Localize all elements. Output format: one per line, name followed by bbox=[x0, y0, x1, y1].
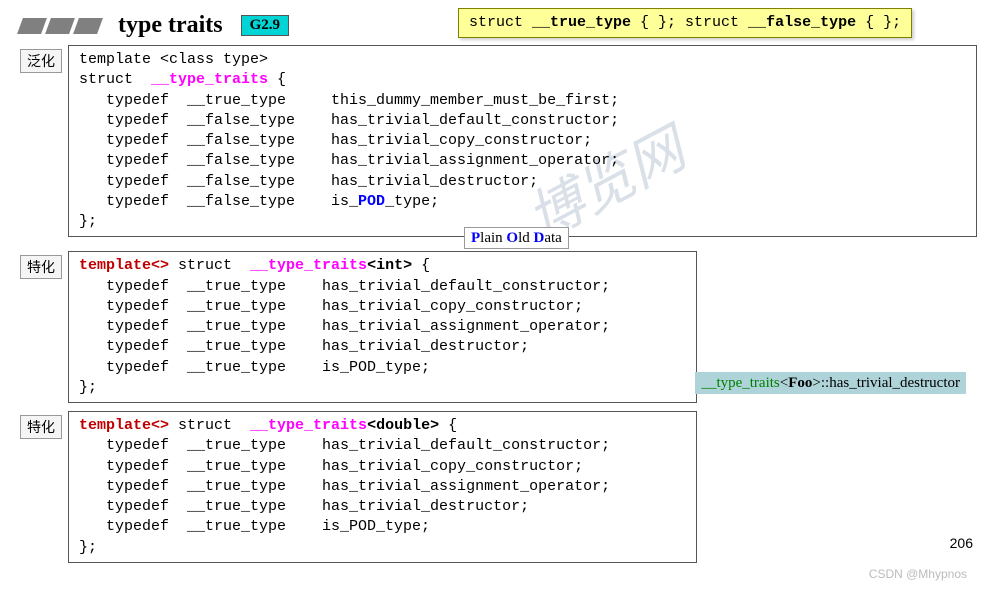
page-title: type traits bbox=[118, 12, 223, 39]
spec-double-block: 特化 template<> struct __type_traits<doubl… bbox=[20, 411, 977, 563]
page-number: 206 bbox=[950, 535, 973, 551]
code-spec-int: template<> struct __type_traits<int> { t… bbox=[68, 251, 697, 403]
type-traits-name: __type_traits bbox=[151, 71, 268, 88]
version-badge: G2.9 bbox=[241, 15, 289, 36]
truefalse-defs: struct __true_type { }; struct __false_t… bbox=[458, 8, 912, 38]
tag-generic: 泛化 bbox=[20, 49, 62, 73]
usage-example: __type_traits<Foo>::has_trivial_destruct… bbox=[695, 372, 966, 394]
code-generic: template <class type> struct __type_trai… bbox=[68, 45, 977, 237]
spec-int-block: 特化 template<> struct __type_traits<int> … bbox=[20, 251, 977, 403]
watermark-bottom: CSDN @Mhypnos bbox=[869, 567, 967, 581]
pod-keyword: POD bbox=[358, 193, 385, 210]
tag-spec-int: 特化 bbox=[20, 255, 62, 279]
pod-expansion: Plain Old Data bbox=[464, 227, 569, 249]
tag-spec-double: 特化 bbox=[20, 415, 62, 439]
code-spec-double: template<> struct __type_traits<double> … bbox=[68, 411, 697, 563]
generic-block: 泛化 template <class type> struct __type_t… bbox=[20, 45, 977, 237]
header-decor bbox=[20, 18, 100, 34]
